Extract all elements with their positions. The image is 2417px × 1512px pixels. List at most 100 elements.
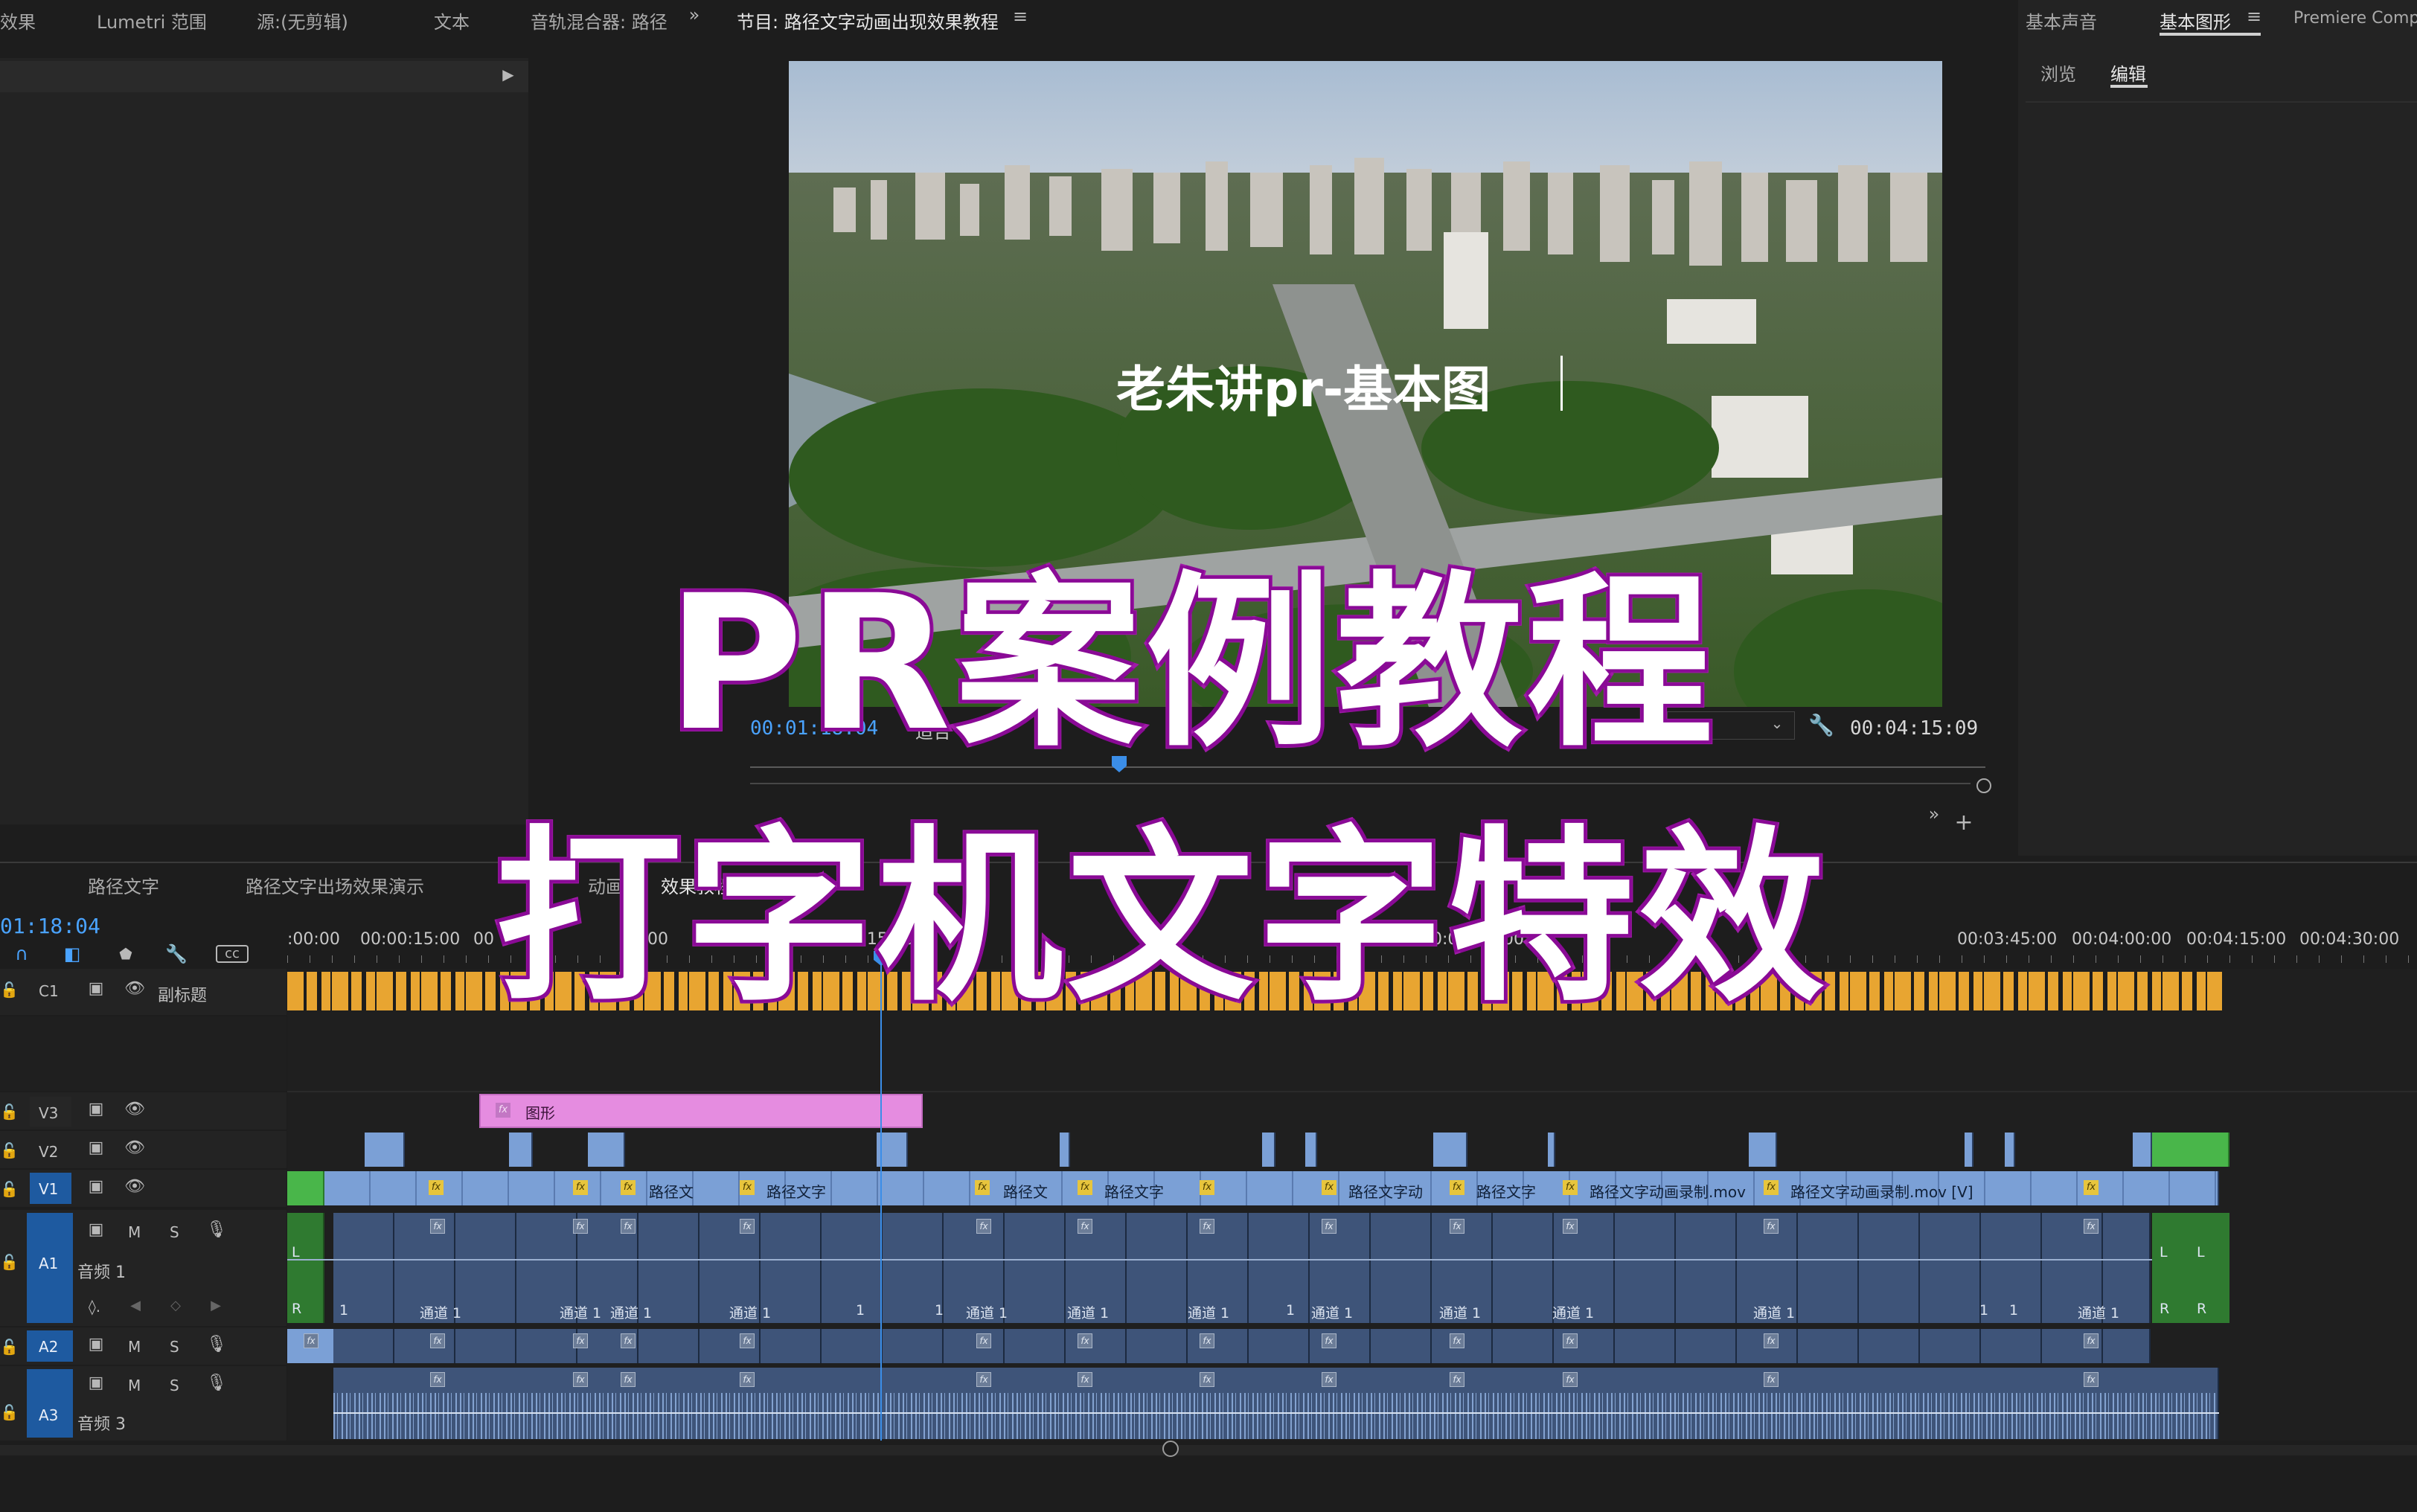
fx-badge: fx [1078,1180,1092,1195]
mute-button[interactable]: M [128,1223,141,1241]
v1-green-clip[interactable] [287,1171,324,1205]
wrench-icon[interactable]: 🔧 [1808,713,1834,737]
film-icon[interactable]: ▣ [85,1374,107,1392]
fx-badge: fx [1450,1180,1464,1195]
lock-icon[interactable]: 🔓 [0,1253,19,1271]
tab-lumetri-scope[interactable]: Lumetri 范围 [97,7,207,33]
tab-effects[interactable]: 效果 [0,7,36,33]
v2-clip[interactable] [1060,1133,1070,1167]
microphone-icon[interactable]: 🎙 [205,1374,228,1392]
graphic-clip[interactable]: fx 图形 [479,1094,923,1128]
hamburger-icon[interactable]: ≡ [2243,6,2265,27]
mute-button[interactable]: M [128,1377,141,1394]
timeline-timecode[interactable]: 01:18:04 [0,914,100,938]
a1-green-clip[interactable]: L R [287,1213,324,1323]
film-icon[interactable]: ▣ [85,1220,107,1239]
double-chevron-icon[interactable]: » [683,4,705,25]
mute-button[interactable]: M [128,1338,141,1356]
lock-icon[interactable]: 🔓 [0,1338,19,1356]
microphone-icon[interactable]: 🎙 [205,1220,228,1239]
solo-button[interactable]: S [170,1223,179,1241]
film-icon[interactable]: ▣ [85,1335,107,1354]
lock-icon[interactable]: 🔓 [0,1141,19,1159]
fx-badge: fx [740,1180,755,1195]
v2-clip[interactable] [1548,1133,1555,1167]
hamburger-icon[interactable]: ≡ [1009,6,1031,27]
solo-button[interactable]: S [170,1377,179,1394]
track-label-v2: V2 [39,1143,59,1161]
marker-r: R [2197,1301,2207,1317]
linked-selection-icon[interactable]: ◧ [61,944,83,964]
track-row-divider [287,1091,2417,1092]
program-monitor-title[interactable]: 节目: 路径文字动画出现效果教程 [737,7,999,33]
solo-button[interactable]: S [170,1338,179,1356]
lock-icon[interactable]: 🔓 [0,1403,19,1421]
snap-magnet-icon[interactable]: ∩ [10,944,33,964]
film-icon[interactable]: ▣ [85,1177,107,1196]
film-icon[interactable]: ▣ [85,1100,107,1118]
film-icon[interactable]: ▣ [85,979,107,998]
timeline-playhead-line[interactable] [880,964,882,1441]
play-triangle-icon[interactable]: ▶ [497,65,519,83]
v2-green-clip[interactable] [2152,1133,2229,1167]
v2-clip[interactable] [509,1133,533,1167]
effects-panel-body [0,58,528,824]
v2-clip[interactable] [1433,1133,1467,1167]
tab-essential-graphics[interactable]: 基本图形 [2160,7,2231,33]
tab-text[interactable]: 文本 [434,7,470,33]
fx-badge: fx [1322,1180,1336,1195]
lock-icon[interactable]: 🔓 [0,1103,19,1121]
a1-green-clip-end[interactable]: L L R R [2152,1213,2229,1323]
a1-clip-base[interactable] [333,1213,2151,1323]
v2-clip[interactable] [1749,1133,1777,1167]
prev-keyframe-icon[interactable]: ◀ [127,1298,144,1313]
marker-l: L [2160,1244,2168,1260]
v2-clip[interactable] [2133,1133,2152,1167]
tab-source[interactable]: 源:(无剪辑) [257,7,348,33]
v2-clip[interactable] [1305,1133,1317,1167]
track-source-a3[interactable] [27,1369,73,1438]
captions-icon[interactable]: cc [216,945,249,963]
v1-clip-label: 路径文字动 [1348,1183,1423,1201]
eye-icon[interactable]: 👁 [124,1100,146,1118]
marker-icon[interactable]: ⬟ [115,945,137,963]
subtab-edit[interactable]: 编辑 [2110,60,2146,86]
fx-badge: fx [1078,1219,1092,1234]
v2-clip[interactable] [1965,1133,1973,1167]
zoom-handle-right[interactable] [1976,778,1991,793]
a3-volume-line[interactable] [333,1412,2219,1414]
tab-premiere-composer[interactable]: Premiere Compo [2293,9,2417,28]
lock-icon[interactable]: 🔓 [0,981,19,999]
seq-tab-path-text[interactable]: 路径文字 [88,872,159,898]
v2-clip[interactable] [2005,1133,2015,1167]
v2-clip[interactable] [588,1133,625,1167]
subtab-browse[interactable]: 浏览 [2040,60,2076,86]
plus-icon[interactable]: + [1953,810,1975,836]
v2-clip[interactable] [1262,1133,1275,1167]
keyframe-add-icon[interactable]: ◊. [83,1298,106,1316]
tab-basic-sound[interactable]: 基本声音 [2026,7,2097,33]
channel-label: 通道 1 [420,1305,462,1322]
fx-badge: fx [621,1372,636,1387]
tab-audio-mixer[interactable]: 音轨混合器: 路径 [531,7,668,33]
v2-clip[interactable] [365,1133,405,1167]
eye-icon[interactable]: 👁 [124,1138,146,1157]
keyframe-icon[interactable]: ◇ [167,1298,185,1313]
v1-clip-label: 路径文字动画录制.mov [V] [1790,1183,1973,1201]
channel-label: 通道 1 [610,1305,653,1322]
scrollbar-handle[interactable] [1162,1441,1179,1457]
wrench-icon[interactable]: 🔧 [165,944,188,964]
ruler-tick: 00:04:30:00 [2299,930,2400,949]
timeline-horizontal-scrollbar[interactable] [0,1445,2417,1455]
double-chevron-icon[interactable]: » [1923,804,1945,824]
microphone-icon[interactable]: 🎙 [205,1335,228,1354]
seq-tab-path-text-exit[interactable]: 路径文字出场效果演示 [246,872,424,898]
eye-icon[interactable]: 👁 [124,979,146,998]
a2-clip-base[interactable] [333,1329,2151,1363]
fx-badge: fx [429,1180,444,1195]
lock-icon[interactable]: 🔓 [0,1180,19,1198]
next-keyframe-icon[interactable]: ▶ [207,1298,225,1313]
film-icon[interactable]: ▣ [85,1138,107,1157]
eye-icon[interactable]: 👁 [124,1177,146,1196]
a3-clip-base[interactable] [333,1368,2219,1439]
